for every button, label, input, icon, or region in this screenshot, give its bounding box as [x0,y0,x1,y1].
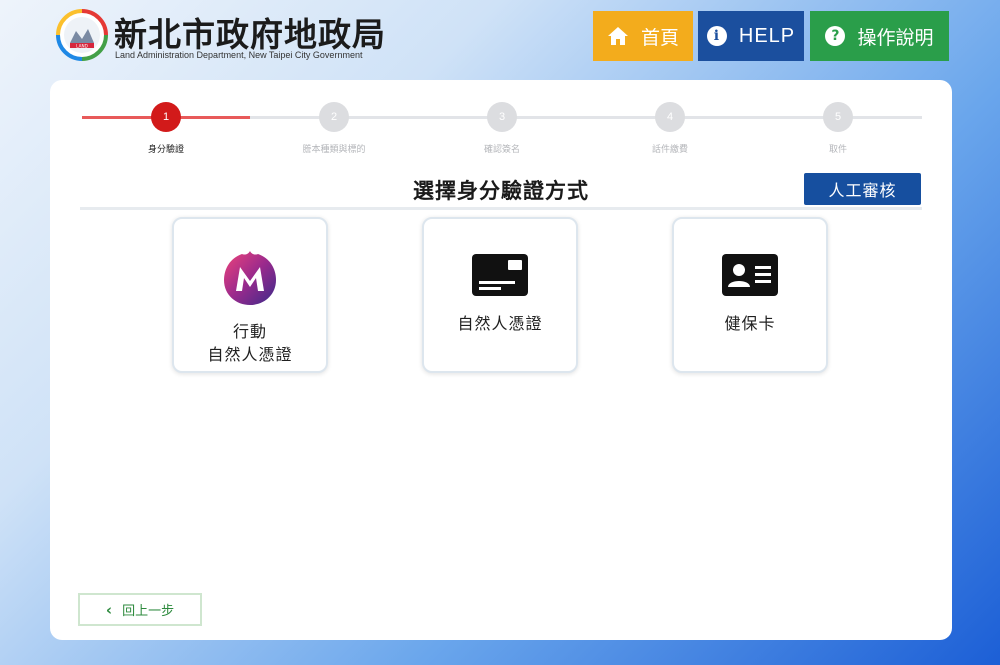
step-2: 2 謄本種類與標的 [274,102,394,155]
back-button[interactable]: ‹ 回上一步 [78,593,202,626]
step-1: 1 身分驗證 [106,102,226,155]
home-label: 首頁 [640,26,679,49]
info-icon: i [706,26,727,46]
health-insurance-card-icon [722,254,778,296]
brand-subtitle: Land Administration Department, New Taip… [115,50,363,60]
step-label: 話件繳費 [651,145,688,155]
help-button[interactable]: i HELP [698,11,804,61]
logo-text: LAND [76,43,88,48]
title-divider [80,207,922,210]
brand-title: 新北市政府地政局 [114,15,386,54]
chevron-left-icon: ‹ [105,600,113,619]
option-health-insurance-card[interactable]: 健保卡 [672,217,828,373]
step-4: 4 話件繳費 [610,102,730,155]
step-number: 5 [823,102,853,132]
back-label: 回上一步 [122,604,175,619]
question-icon: ? [825,26,846,46]
step-number: 1 [151,102,181,132]
step-5: 5 取件 [778,102,898,155]
step-label: 身分驗證 [147,145,184,155]
step-number: 2 [319,102,349,132]
step-label: 謄本種類與標的 [302,145,366,155]
step-label: 取件 [828,145,847,155]
home-icon [607,27,628,45]
mobile-citizen-certificate-icon [224,251,276,305]
step-number: 3 [487,102,517,132]
option-mobile-citizen-certificate[interactable]: 行動 自然人憑證 [172,217,328,373]
option-citizen-certificate[interactable]: 自然人憑證 [422,217,578,373]
guide-label: 操作說明 [857,26,934,49]
option-label-line2: 自然人憑證 [207,345,293,364]
step-label: 確認簽名 [483,145,520,155]
step-number: 4 [655,102,685,132]
manual-review-button[interactable]: 人工審核 [804,173,921,205]
option-label: 行動 自然人憑證 [174,320,326,366]
guide-button[interactable]: ? 操作說明 [810,11,949,61]
option-label: 自然人憑證 [457,314,543,333]
main-panel: 1 身分驗證 2 謄本種類與標的 3 確認簽名 4 話件繳費 5 取件 選擇身分… [50,80,952,640]
land-department-logo: LAND [56,9,108,61]
home-button[interactable]: 首頁 [593,11,693,61]
option-label: 健保卡 [724,314,776,333]
help-label: HELP [738,24,796,47]
citizen-certificate-card-icon [472,254,528,296]
option-label-line1: 行動 [232,322,267,341]
step-3: 3 確認簽名 [442,102,562,155]
header: LAND 新北市政府地政局 Land Administration Depart… [0,0,1000,75]
progress-stepper: 1 身分驗證 2 謄本種類與標的 3 確認簽名 4 話件繳費 5 取件 [50,80,952,160]
